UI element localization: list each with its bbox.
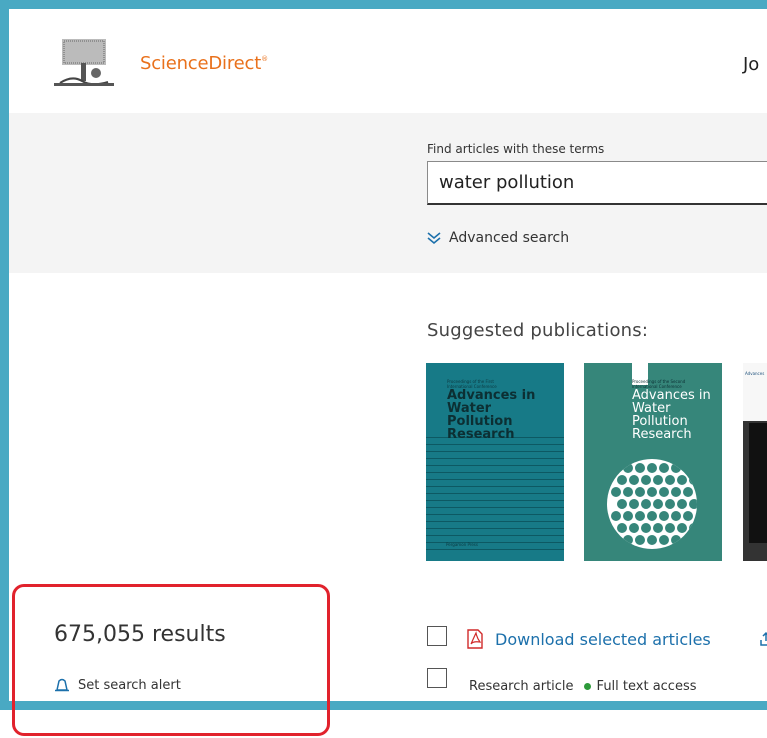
cover-dot [677,523,687,533]
cover-dot [659,487,669,497]
cover-dot [611,463,621,473]
cover-rule-line [426,521,564,522]
export-icon[interactable] [759,631,767,647]
publication-cover[interactable]: Advances [743,363,767,561]
select-all-checkbox[interactable] [427,626,447,646]
cover-dot [659,511,669,521]
cover-dot [635,487,645,497]
cover-dot [683,463,693,473]
cover-dot [677,475,687,485]
cover-dot [671,535,681,545]
cover-rule-line [426,458,564,459]
search-panel: Find articles with these terms Advanced … [9,113,767,273]
cover-rule-line [426,486,564,487]
cover-dot [635,535,645,545]
cover-rule-line [426,472,564,473]
cover-dot [659,463,669,473]
cover-dot [629,499,639,509]
cover-dot [665,475,675,485]
article-type-label: Research article [469,679,574,694]
cover-rule-line [426,535,564,536]
chevron-double-down-icon [427,232,441,245]
cover-dot [635,463,645,473]
cover-rule-line [426,500,564,501]
search-input[interactable] [427,161,767,205]
cover-rule-line [426,444,564,445]
cover-rule-line [426,493,564,494]
cover-dot [653,523,663,533]
cover-dot [641,475,651,485]
cover-dot [665,523,675,533]
cover-dot [641,499,651,509]
cover-title: Proceedings of the Second International C… [632,379,711,442]
cover-dot [689,523,697,533]
cover-title: Proceedings of the First International Co… [447,379,547,441]
cover-dot [653,475,663,485]
results-highlight-annotation [12,584,330,736]
cover-dot [647,535,657,545]
cover-dot [689,499,697,509]
cover-dot [653,499,663,509]
cover-dot [683,511,693,521]
result-checkbox[interactable] [427,668,447,688]
cover-rule-line [426,528,564,529]
publication-cover[interactable]: Proceedings of the First International Co… [426,363,564,561]
publication-cover[interactable]: Proceedings of the Second International C… [584,363,722,561]
cover-dot [629,475,639,485]
access-status-dot-icon [583,683,591,690]
cover-dot [623,535,633,545]
cover-dot [671,487,681,497]
cover-dot [659,535,669,545]
cover-dot [623,511,633,521]
download-selected-button[interactable]: Download selected articles [467,629,711,649]
cover-dot [647,511,657,521]
download-selected-label: Download selected articles [495,629,711,649]
cover-dot [623,487,633,497]
advanced-search-toggle[interactable]: Advanced search [427,230,569,246]
site-header: ScienceDirect® Jo [9,9,767,113]
cover-dot [617,499,627,509]
user-initials[interactable]: Jo [743,54,759,75]
access-status-label: Full text access [596,679,697,694]
cover-dot [635,511,645,521]
brand-name[interactable]: ScienceDirect® [140,53,268,74]
cover-dot [665,499,675,509]
cover-dot [683,535,693,545]
suggested-publications-heading: Suggested publications: [427,320,649,341]
cover-dot [611,487,621,497]
cover-dot [677,499,687,509]
cover-rule-line [426,465,564,466]
cover-dot [617,523,627,533]
cover-dot-pattern [607,459,697,549]
cover-rule-line [426,549,564,550]
cover-dot [611,511,621,521]
cover-title: Advances [745,371,765,376]
cover-dot [617,475,627,485]
cover-dot [671,463,681,473]
result-meta: Research article Full text access [469,679,697,694]
cover-dot [689,475,697,485]
cover-rule-line [426,514,564,515]
cover-rule-line [426,479,564,480]
cover-dot [611,535,621,545]
elsevier-tree-logo-icon[interactable] [52,37,116,89]
cover-publisher: Pergamon Press [446,542,478,547]
cover-dot [623,463,633,473]
cover-rule-line [426,507,564,508]
advanced-search-label: Advanced search [449,230,570,246]
cover-dot [647,487,657,497]
cover-dot [683,487,693,497]
cover-dot [671,511,681,521]
search-field-label: Find articles with these terms [427,142,605,156]
pdf-icon [467,629,483,649]
cover-dot [629,523,639,533]
cover-dot [647,463,657,473]
cover-dot [641,523,651,533]
cover-rule-line [426,451,564,452]
